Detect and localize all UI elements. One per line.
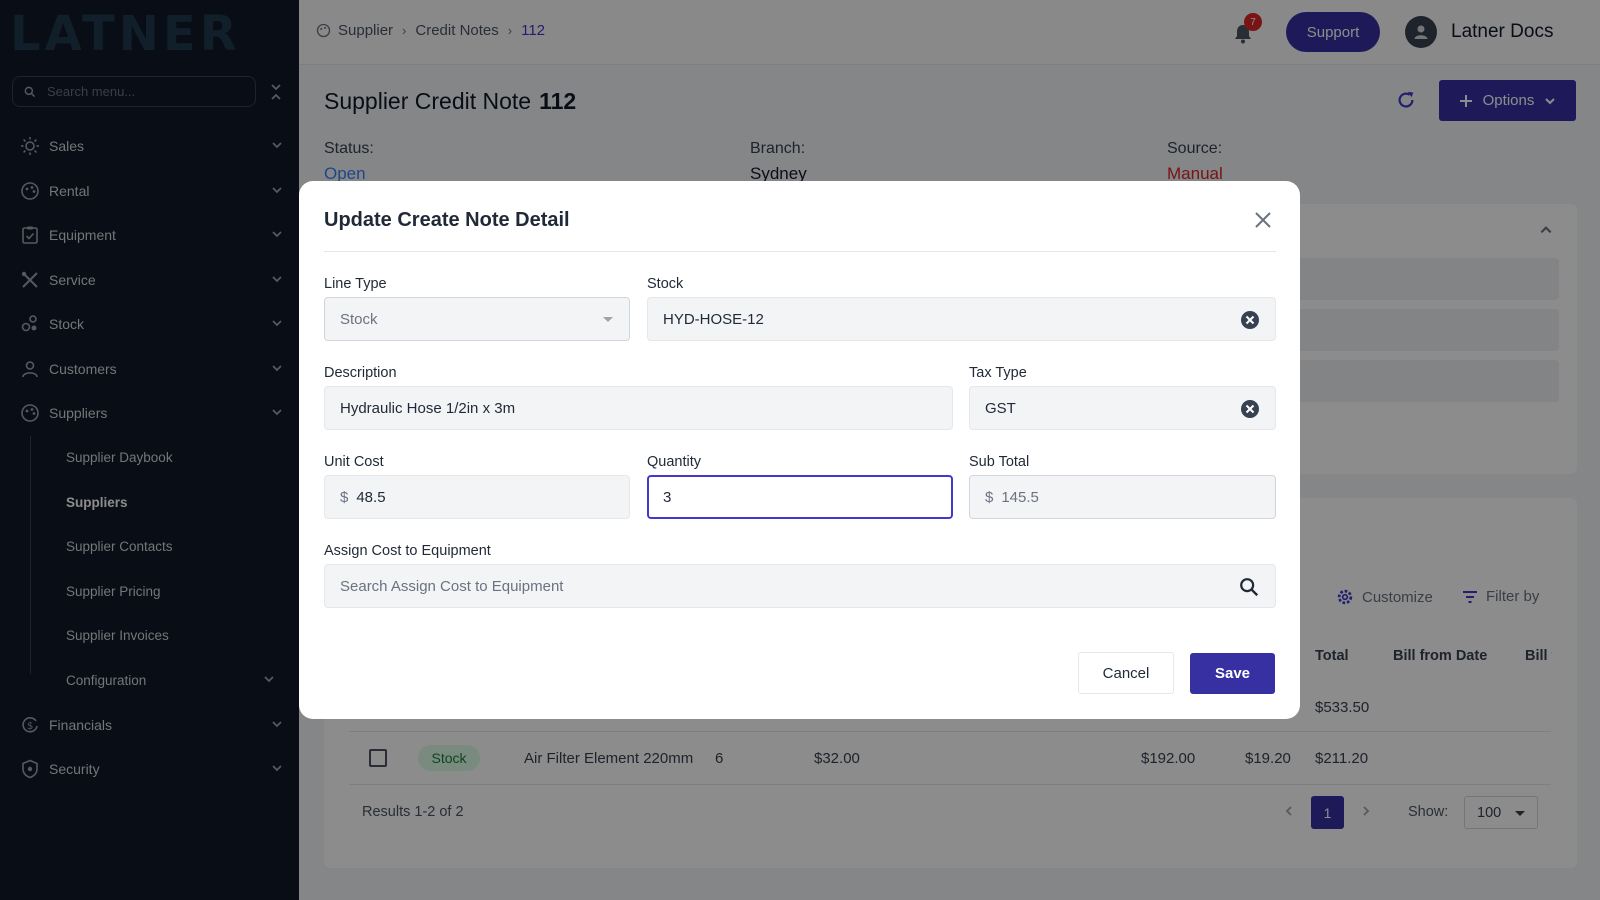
- tax-type-field[interactable]: GST: [969, 386, 1276, 430]
- search-icon[interactable]: [1238, 576, 1260, 598]
- assign-cost-search-input[interactable]: Search Assign Cost to Equipment: [324, 564, 1276, 608]
- stock-field[interactable]: HYD-HOSE-12: [647, 297, 1276, 341]
- stock-label: Stock: [647, 276, 684, 292]
- description-input[interactable]: Hydraulic Hose 1/2in x 3m: [324, 386, 953, 430]
- line-type-select[interactable]: Stock: [324, 297, 630, 341]
- cancel-button[interactable]: Cancel: [1078, 652, 1174, 694]
- tax-type-label: Tax Type: [969, 365, 1027, 381]
- unit-cost-label: Unit Cost: [324, 454, 384, 470]
- clear-icon[interactable]: [1240, 399, 1260, 419]
- currency-prefix: $: [340, 488, 349, 506]
- sub-total-label: Sub Total: [969, 454, 1030, 470]
- caret-down-icon: [603, 317, 613, 322]
- save-button[interactable]: Save: [1190, 653, 1275, 694]
- sub-total-field: $ 145.5: [969, 475, 1276, 519]
- quantity-input[interactable]: 3: [647, 475, 953, 519]
- currency-prefix: $: [985, 488, 994, 506]
- dialog-divider: [324, 251, 1276, 252]
- line-type-label: Line Type: [324, 276, 387, 292]
- unit-cost-input[interactable]: $ 48.5: [324, 475, 630, 519]
- close-icon[interactable]: [1254, 211, 1272, 229]
- update-credit-note-detail-dialog: Update Create Note Detail Line Type Stoc…: [299, 181, 1300, 719]
- clear-icon[interactable]: [1240, 310, 1260, 330]
- quantity-label: Quantity: [647, 454, 701, 470]
- dialog-title: Update Create Note Detail: [324, 209, 570, 231]
- assign-cost-label: Assign Cost to Equipment: [324, 543, 491, 559]
- description-label: Description: [324, 365, 397, 381]
